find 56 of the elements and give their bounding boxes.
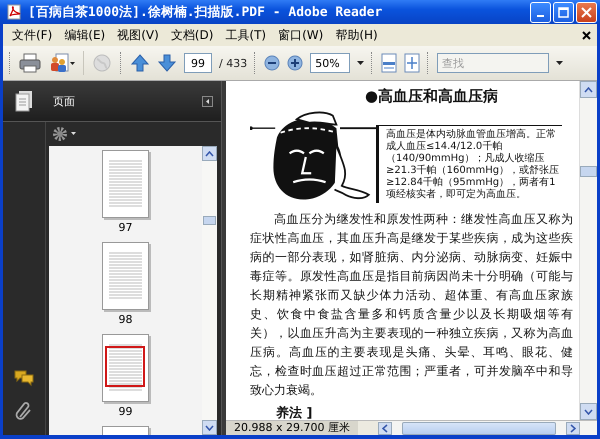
maximize-button[interactable] (553, 2, 574, 22)
menu-item[interactable]: 工具(T) (220, 24, 272, 46)
close-icon (581, 6, 592, 18)
scroll-down-icon[interactable] (580, 403, 597, 420)
people-document-icon[interactable] (48, 53, 76, 73)
minimize-button[interactable] (530, 2, 551, 22)
page-label: 97 (118, 221, 132, 234)
document-heading: ●高血压和高血压病 (364, 87, 500, 106)
scrollbar-thumb[interactable] (580, 166, 597, 177)
comments-icon[interactable] (13, 369, 35, 387)
previous-page-icon[interactable] (130, 53, 150, 73)
gear-icon[interactable] (52, 126, 78, 142)
scroll-up-icon[interactable] (580, 81, 597, 98)
zoom-out-icon[interactable] (264, 55, 280, 71)
scrollbar-thumb[interactable] (203, 216, 216, 225)
note-text: 高血压是体内动脉血管血压增高。正常成人血压≤14.4/12.0千帕（140/90mmHg）；凡成人收缩压≥21.3千帕（160mmHg），或舒张压≥12.84千帕（95mmHg），两者有1项经核实者，即可定为高血压。 (376, 126, 562, 203)
page-layout-icon[interactable] (381, 53, 398, 73)
panel-title: 页面 (53, 94, 76, 108)
section-heading: 养法 ] (276, 404, 314, 420)
page-thumbnail[interactable] (102, 242, 149, 310)
scroll-right-icon[interactable] (566, 422, 580, 434)
window-title: [百病自茶1000法].徐树楠.扫描版.PDF - Adobe Reader (28, 4, 384, 21)
page-thumbnail[interactable] (102, 334, 149, 402)
pdf-document-icon (6, 4, 22, 20)
menu-item[interactable]: 编辑(E) (59, 24, 110, 46)
menu-item[interactable]: 文件(F) (7, 24, 58, 46)
page-label: 98 (118, 313, 132, 326)
close-button[interactable] (576, 2, 597, 22)
page-total: / 433 (219, 56, 248, 70)
body-paragraph: 高血压分为继发性和原发性两种：继发性高血压又称为症状性高血压，其血压升高是继发于某些疾病，成为这些疾病的一部分表现，如肾脏病、内分泌病、动脉病变、妊娠中毒症等。原发性高血压是指目前病因尚未十分明确（可能与长期精神紧张而又缺少体力活动、超体重、有高血压家族史、饮食中食盐含量多和钙质含量少以及长期吸烟等有关），以血压升高为主要表现的一种独立疾病，又称为高血压病。高血压的主要表现是头痛、头晕、耳鸣、眼花、健忘，检查时血压超过正常范围；严重者，可并发脑卒中和导致心力衰竭。 (250, 211, 573, 399)
menu-item[interactable]: 窗口(W) (273, 24, 328, 46)
zoom-in-icon[interactable] (287, 55, 304, 71)
page-number-field[interactable]: 99 (184, 53, 212, 73)
pages-icon[interactable] (15, 90, 33, 112)
menu-item[interactable]: 文档(D) (166, 24, 218, 46)
next-page-icon[interactable] (157, 53, 177, 73)
collapse-panel-icon[interactable] (202, 96, 213, 106)
caret-icon[interactable] (357, 60, 364, 66)
minimize-icon (537, 14, 544, 16)
zoom-field[interactable]: 50% (310, 53, 350, 73)
scroll-down-icon[interactable] (202, 420, 217, 435)
search-field[interactable]: 查找 (437, 53, 550, 73)
scroll-up-icon[interactable] (202, 146, 217, 161)
page-thumbnail[interactable] (102, 150, 149, 218)
page-label: 99 (118, 405, 132, 418)
menu-item[interactable]: 帮助(H) (330, 24, 383, 46)
maximize-icon (558, 6, 569, 18)
menu-item[interactable]: 视图(V) (112, 24, 164, 46)
scroll-left-icon[interactable] (378, 422, 392, 434)
globe-icon (91, 53, 113, 73)
close-document-icon[interactable] (582, 30, 591, 40)
print-icon[interactable] (19, 53, 41, 73)
scrollbar-thumb[interactable] (402, 422, 556, 434)
fit-page-icon[interactable] (404, 53, 420, 73)
page-size-label: 20.988 x 29.700 厘米 (226, 421, 358, 435)
caret-icon[interactable] (556, 60, 564, 66)
